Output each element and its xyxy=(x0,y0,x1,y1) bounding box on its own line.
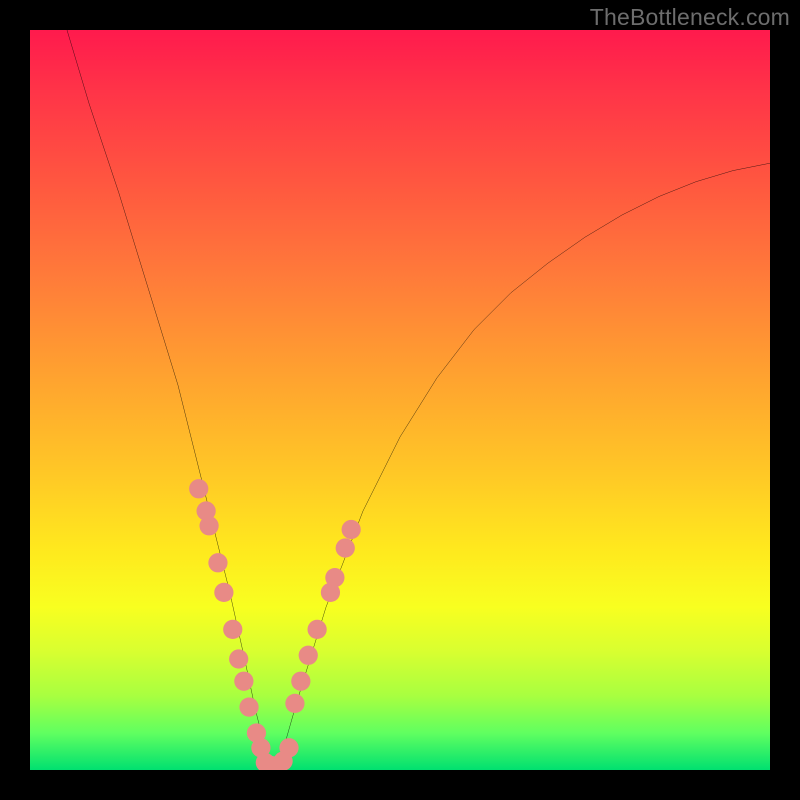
marker-dot xyxy=(189,479,208,498)
marker-dot xyxy=(291,672,310,691)
watermark-text: TheBottleneck.com xyxy=(590,4,790,31)
marker-dot xyxy=(223,620,242,639)
marker-dot xyxy=(208,553,227,572)
marker-dot xyxy=(336,538,355,557)
outer-frame: TheBottleneck.com xyxy=(0,0,800,800)
dots-left xyxy=(189,479,270,757)
marker-dot xyxy=(279,738,298,757)
marker-dot xyxy=(342,520,361,539)
marker-dot xyxy=(234,672,253,691)
marker-dot xyxy=(299,646,318,665)
chart-svg xyxy=(30,30,770,770)
marker-dot xyxy=(325,568,344,587)
plot-area xyxy=(30,30,770,770)
marker-dot xyxy=(285,694,304,713)
marker-dot xyxy=(308,620,327,639)
marker-dot xyxy=(229,649,248,668)
bottleneck-curve xyxy=(67,30,770,766)
marker-dot xyxy=(214,583,233,602)
marker-dot xyxy=(239,697,258,716)
marker-dot xyxy=(199,516,218,535)
